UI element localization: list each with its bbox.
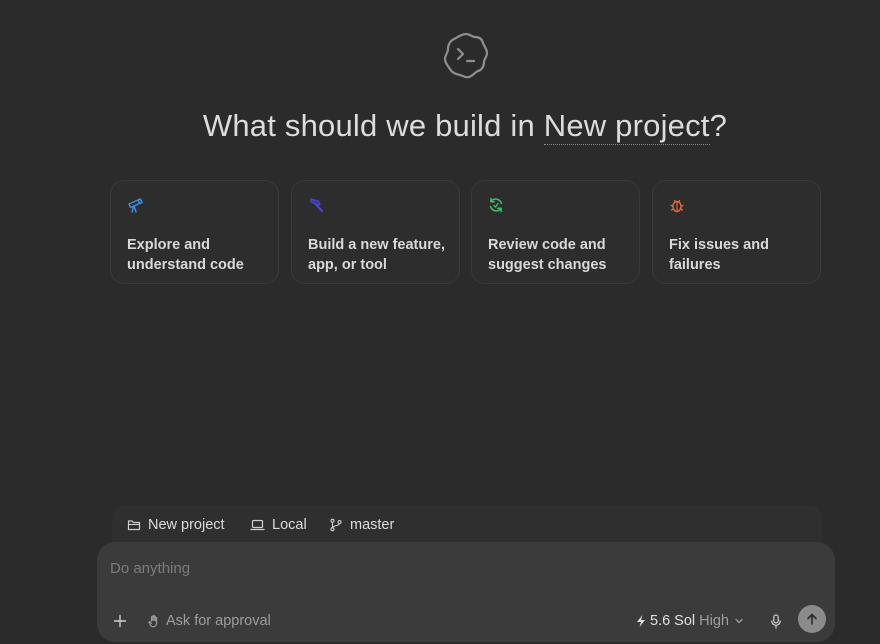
page-title-prefix: What should we build in — [202, 108, 535, 143]
card-label: Explore and understand code — [127, 237, 244, 273]
folder-icon — [127, 520, 141, 531]
composer: Ask for approval 5.6 Sol High — [97, 542, 835, 642]
chevron-down-icon — [735, 618, 743, 624]
page-title: What should we build in New project? — [0, 108, 880, 145]
branch-picker-label: master — [350, 517, 395, 533]
project-picker-label: New project — [148, 517, 225, 533]
telescope-icon — [127, 197, 143, 213]
model-selector[interactable]: 5.6 Sol High — [635, 610, 744, 632]
project-picker[interactable]: New project — [127, 515, 225, 535]
git-branch-icon — [330, 518, 342, 532]
card-label: Fix issues and failures — [669, 237, 769, 273]
branch-picker[interactable]: master — [329, 515, 394, 535]
project-selector[interactable]: New project — [543, 108, 710, 145]
laptop-icon — [250, 519, 265, 531]
app-logo-icon — [441, 31, 491, 81]
add-attachment-button[interactable] — [109, 610, 131, 632]
send-button[interactable] — [798, 605, 826, 633]
bolt-icon — [637, 615, 645, 627]
card-explore[interactable]: Explore and understand code — [110, 180, 279, 284]
environment-picker-label: Local — [272, 517, 307, 533]
approval-mode-label: Ask for approval — [166, 613, 271, 629]
hammer-icon — [308, 197, 324, 213]
context-bar: New project Local master — [112, 505, 822, 545]
approval-mode-button[interactable]: Ask for approval — [147, 610, 271, 632]
microphone-icon — [771, 613, 781, 629]
refresh-icon — [488, 197, 504, 213]
card-fix[interactable]: Fix issues and failures — [652, 180, 821, 284]
page-title-suffix: ? — [709, 108, 728, 143]
arrow-up-icon — [807, 613, 817, 625]
hand-icon — [148, 615, 158, 628]
bug-icon — [669, 197, 685, 213]
environment-picker[interactable]: Local — [250, 515, 307, 535]
app-root: What should we build in New project? Exp… — [0, 0, 880, 644]
reasoning-level: High — [699, 613, 729, 629]
microphone-button[interactable] — [766, 610, 786, 632]
prompt-input[interactable] — [110, 556, 710, 580]
suggestion-cards: Explore and understand code Build a new … — [110, 180, 822, 286]
card-label: Review code and suggest changes — [488, 237, 607, 273]
card-review[interactable]: Review code and suggest changes — [471, 180, 640, 284]
card-build[interactable]: Build a new feature, app, or tool — [291, 180, 460, 284]
card-label: Build a new feature, app, or tool — [308, 237, 445, 273]
plus-icon — [113, 614, 127, 628]
model-name: 5.6 Sol — [650, 613, 696, 629]
